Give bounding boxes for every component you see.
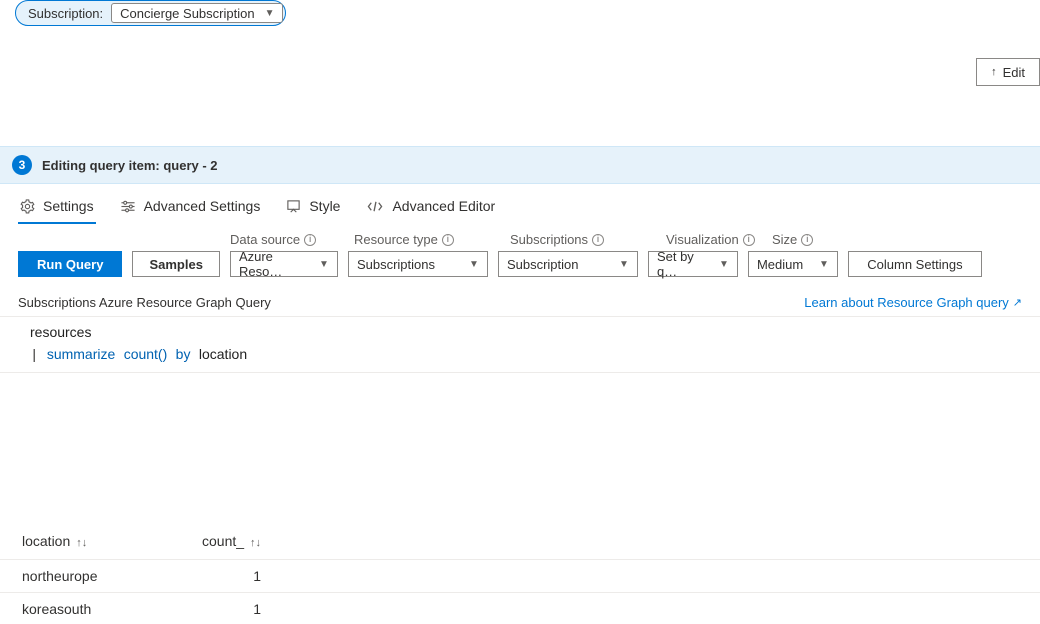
step-badge: 3 <box>12 155 32 175</box>
size-dropdown[interactable]: Medium▼ <box>748 251 838 277</box>
col-header-spacer <box>291 523 1040 560</box>
label-visualization: Visualizationi <box>666 232 756 247</box>
edit-button-label: Edit <box>1003 65 1025 80</box>
sliders-icon <box>120 199 136 214</box>
cell-location: northeurope <box>0 560 180 593</box>
learn-link-label: Learn about Resource Graph query <box>804 295 1009 310</box>
editing-banner: 3 Editing query item: query - 2 <box>0 146 1040 184</box>
query-subheader-text: Subscriptions Azure Resource Graph Query <box>18 295 271 310</box>
external-link-icon: ↗ <box>1013 296 1022 309</box>
tab-settings[interactable]: Settings <box>18 192 96 224</box>
banner-prefix: Editing query item: <box>42 158 163 173</box>
tab-style[interactable]: Style <box>284 192 342 224</box>
label-size: Sizei <box>772 232 852 247</box>
tabs-bar: Settings Advanced Settings Style Advance… <box>0 184 1040 224</box>
cell-count: 1 <box>180 593 291 624</box>
cell-location: koreasouth <box>0 593 180 624</box>
banner-name: query <box>163 158 198 173</box>
label-subscriptions: Subscriptionsi <box>510 232 650 247</box>
tab-settings-label: Settings <box>43 198 94 214</box>
learn-link[interactable]: Learn about Resource Graph query ↗ <box>804 295 1022 310</box>
chevron-down-icon: ▼ <box>319 259 329 270</box>
spacer <box>0 373 1040 523</box>
sort-icon: ↑↓ <box>250 537 261 549</box>
col-header-count[interactable]: count_↑↓ <box>180 523 291 560</box>
code-icon <box>366 199 384 214</box>
info-icon[interactable]: i <box>442 234 454 246</box>
tab-advanced-editor-label: Advanced Editor <box>392 198 495 214</box>
table-row[interactable]: koreasouth 1 <box>0 593 1040 624</box>
info-icon[interactable]: i <box>304 234 316 246</box>
table-row[interactable]: northeurope 1 <box>0 560 1040 593</box>
tab-style-label: Style <box>309 198 340 214</box>
label-data-source: Data sourcei <box>230 232 338 247</box>
chevron-down-icon: ▼ <box>719 259 729 270</box>
subscription-filter-pill: Subscription: Concierge Subscription ▼ <box>15 0 286 26</box>
controls-section: Data sourcei Resource typei Subscription… <box>0 224 1040 289</box>
subscriptions-dropdown[interactable]: Subscription▼ <box>498 251 638 277</box>
controls-row: Run Query Samples Azure Reso…▼ Subscript… <box>18 251 1022 277</box>
col-header-location[interactable]: location↑↓ <box>0 523 180 560</box>
query-subheader: Subscriptions Azure Resource Graph Query… <box>0 289 1040 317</box>
tab-advanced-editor[interactable]: Advanced Editor <box>364 192 497 224</box>
subscription-label: Subscription: <box>28 6 103 21</box>
samples-button[interactable]: Samples <box>132 251 219 277</box>
arrow-up-icon: ↑ <box>991 66 997 78</box>
edit-button[interactable]: ↑ Edit <box>976 58 1040 86</box>
visualization-dropdown[interactable]: Set by q…▼ <box>648 251 738 277</box>
query-editor[interactable]: resources | summarize count() by locatio… <box>0 317 1040 373</box>
controls-labels-row: Data sourcei Resource typei Subscription… <box>230 232 1022 247</box>
tab-advanced-settings[interactable]: Advanced Settings <box>118 192 263 224</box>
sort-icon: ↑↓ <box>76 537 87 549</box>
tab-advanced-settings-label: Advanced Settings <box>144 198 261 214</box>
results-header-row: location↑↓ count_↑↓ <box>0 523 1040 560</box>
chevron-down-icon: ▼ <box>819 259 829 270</box>
column-settings-button[interactable]: Column Settings <box>848 251 982 277</box>
run-query-button[interactable]: Run Query <box>18 251 122 277</box>
chevron-down-icon: ▼ <box>469 259 479 270</box>
results-table: location↑↓ count_↑↓ northeurope 1 koreas… <box>0 523 1040 624</box>
info-icon[interactable]: i <box>743 234 755 246</box>
style-icon <box>286 199 301 214</box>
banner-text: Editing query item: query - 2 <box>42 158 218 173</box>
subscription-value: Concierge Subscription <box>120 6 254 21</box>
info-icon[interactable]: i <box>592 234 604 246</box>
info-icon[interactable]: i <box>801 234 813 246</box>
chevron-down-icon: ▼ <box>265 8 275 19</box>
edit-button-container: ↑ Edit <box>976 58 1040 86</box>
chevron-down-icon: ▼ <box>619 259 629 270</box>
label-resource-type: Resource typei <box>354 232 494 247</box>
gear-icon <box>20 199 35 214</box>
resource-type-dropdown[interactable]: Subscriptions▼ <box>348 251 488 277</box>
cell-count: 1 <box>180 560 291 593</box>
data-source-dropdown[interactable]: Azure Reso…▼ <box>230 251 338 277</box>
subscription-dropdown[interactable]: Concierge Subscription ▼ <box>111 3 283 23</box>
banner-suffix: - 2 <box>199 158 218 173</box>
